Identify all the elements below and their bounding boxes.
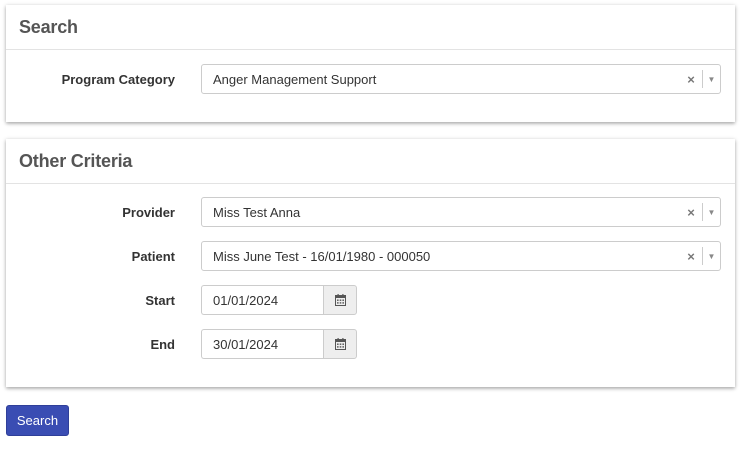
chevron-down-icon[interactable]: ▼ <box>703 208 720 217</box>
program-category-value: Anger Management Support <box>213 71 377 87</box>
search-button[interactable]: Search <box>6 405 69 436</box>
start-row: Start <box>6 285 735 315</box>
provider-select[interactable]: Miss Test Anna × ▼ <box>201 197 721 227</box>
program-category-label: Program Category <box>61 71 175 87</box>
provider-value: Miss Test Anna <box>213 204 301 220</box>
end-date-input[interactable] <box>201 329 323 359</box>
start-date-group <box>201 285 357 315</box>
patient-value: Miss June Test - 16/01/1980 - 000050 <box>213 248 431 264</box>
provider-row: Provider Miss Test Anna × ▼ <box>6 197 735 227</box>
provider-label: Provider <box>122 204 175 220</box>
search-panel: Search Program Category Anger Management… <box>6 5 735 122</box>
calendar-icon <box>334 294 346 306</box>
chevron-down-icon[interactable]: ▼ <box>703 75 720 84</box>
end-date-group <box>201 329 357 359</box>
calendar-icon <box>334 338 346 350</box>
end-label: End <box>150 336 175 352</box>
chevron-down-icon[interactable]: ▼ <box>703 252 720 261</box>
start-label: Start <box>145 292 175 308</box>
other-criteria-panel-header: Other Criteria <box>6 139 735 184</box>
search-panel-title: Search <box>19 16 78 37</box>
clear-icon[interactable]: × <box>680 249 702 264</box>
program-category-row: Program Category Anger Management Suppor… <box>6 64 735 94</box>
clear-icon[interactable]: × <box>680 205 702 220</box>
patient-row: Patient Miss June Test - 16/01/1980 - 00… <box>6 241 735 271</box>
other-criteria-panel-title: Other Criteria <box>19 150 133 171</box>
other-criteria-panel: Other Criteria Provider Miss Test Anna ×… <box>6 139 735 387</box>
end-calendar-button[interactable] <box>323 329 357 359</box>
search-panel-header: Search <box>6 5 735 50</box>
start-calendar-button[interactable] <box>323 285 357 315</box>
end-row: End <box>6 329 735 359</box>
program-category-select[interactable]: Anger Management Support × ▼ <box>201 64 721 94</box>
start-date-input[interactable] <box>201 285 323 315</box>
patient-select[interactable]: Miss June Test - 16/01/1980 - 000050 × ▼ <box>201 241 721 271</box>
patient-label: Patient <box>131 248 175 264</box>
clear-icon[interactable]: × <box>680 72 702 87</box>
